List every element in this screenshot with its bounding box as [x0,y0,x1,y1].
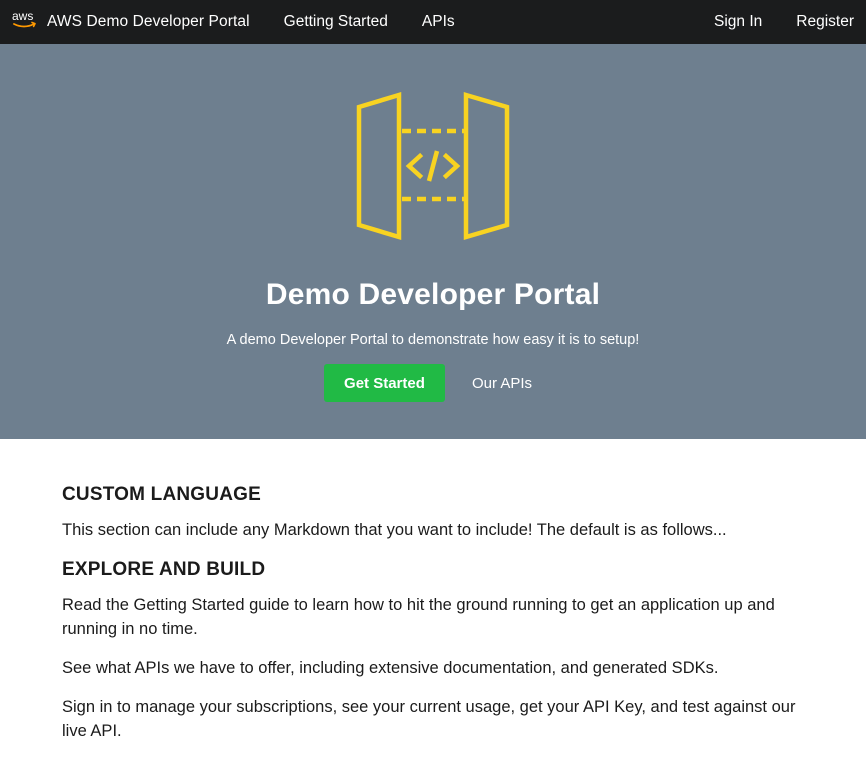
hero-tagline: A demo Developer Portal to demonstrate h… [226,332,640,348]
section-heading-custom-language: CUSTOM LANGUAGE [62,484,261,505]
section-paragraph: Sign in to manage your subscriptions, se… [62,698,796,740]
top-navbar: aws AWS Demo Developer Portal Getting St… [0,0,866,44]
section-heading-explore-build: EXPLORE AND BUILD [62,559,266,580]
register-link[interactable]: Register [779,0,866,44]
section-paragraph: This section can include any Markdown th… [62,521,727,539]
main-content: CUSTOM LANGUAGE This section can include… [0,439,866,743]
section-paragraph: See what APIs we have to offer, includin… [62,659,719,677]
sign-in-link[interactable]: Sign In [697,0,779,44]
hero-actions: Get Started Our APIs [323,364,542,402]
brand-link[interactable]: aws AWS Demo Developer Portal [0,0,250,44]
get-started-button[interactable]: Get Started [323,364,445,402]
hero-title: Demo Developer Portal [265,278,601,311]
nav-apis[interactable]: APIs [405,0,472,44]
our-apis-button[interactable]: Our APIs [462,367,542,400]
section-paragraph: Read the Getting Started guide to learn … [62,596,775,638]
aws-logo-icon: aws [12,9,36,28]
api-gateway-icon [356,92,510,241]
brand-title: AWS Demo Developer Portal [47,13,250,30]
aws-logo-text: aws [12,9,33,23]
nav-getting-started[interactable]: Getting Started [267,0,405,44]
hero-banner: Demo Developer Portal A demo Developer P… [0,44,866,439]
